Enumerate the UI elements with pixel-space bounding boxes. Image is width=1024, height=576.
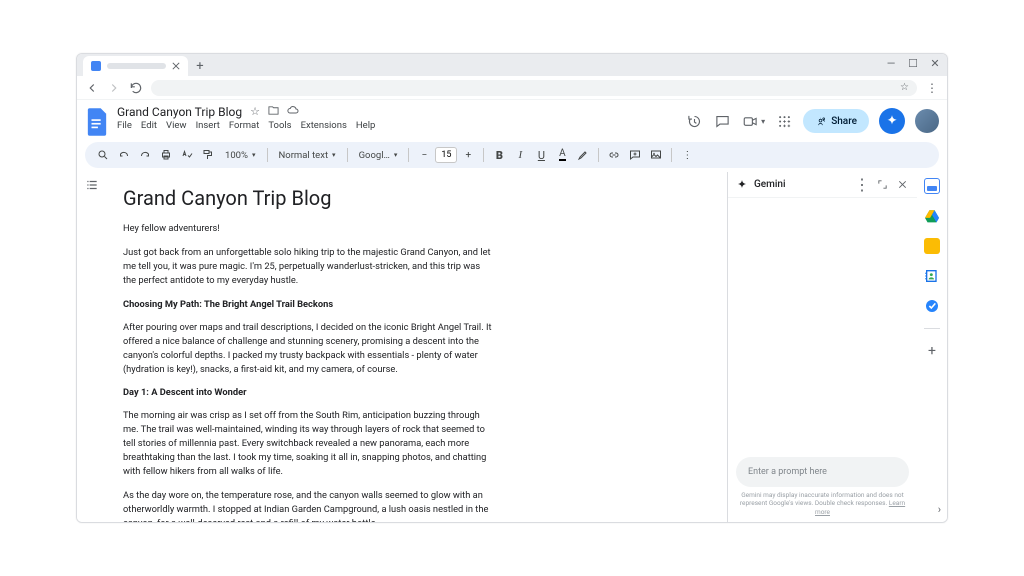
comment-icon[interactable] [713,112,731,130]
doc-paragraph: The morning air was crisp as I set off f… [123,409,493,479]
add-comment-icon[interactable] [625,145,645,165]
meet-button[interactable]: ▾ [741,112,765,130]
share-button[interactable]: Share [803,109,869,133]
minimize-icon[interactable]: — [885,57,897,70]
tab-strip: + — ☐ ✕ [77,54,947,76]
zoom-select[interactable]: 100%▾ [219,146,262,164]
menu-insert[interactable]: Insert [196,120,220,131]
document-page[interactable]: Grand Canyon Trip Blog Hey fellow advent… [123,172,717,522]
close-tab-icon[interactable] [172,62,180,70]
italic-icon[interactable]: I [510,145,530,165]
menu-view[interactable]: View [166,120,187,131]
forward-icon[interactable] [107,81,121,95]
title-area: Grand Canyon Trip Blog ☆ File Edit View … [117,104,677,131]
highlight-icon[interactable] [573,145,593,165]
docs-favicon [91,61,101,71]
outline-toggle-icon[interactable] [83,176,101,194]
menu-extensions[interactable]: Extensions [301,120,347,131]
doc-subheading: Choosing My Path: The Bright Angel Trail… [123,298,493,312]
bold-icon[interactable]: B [489,145,509,165]
contacts-icon[interactable] [924,268,940,284]
gemini-expand-icon[interactable] [875,178,889,192]
cloud-status-icon[interactable] [287,104,299,119]
gemini-disclaimer: Gemini may display inaccurate informatio… [736,491,909,516]
drive-icon[interactable] [924,208,940,224]
bookmark-star-icon[interactable]: ☆ [900,82,909,93]
hide-panel-icon[interactable]: › [938,503,941,516]
gemini-panel: Gemini ⋮ Enter a prompt here Gemini may … [727,172,917,522]
document-area: Grand Canyon Trip Blog Hey fellow advent… [77,172,727,522]
rail-separator [924,328,940,329]
move-icon[interactable] [268,105,279,119]
gemini-spark-icon [736,179,748,191]
back-icon[interactable] [85,81,99,95]
omnibox[interactable]: ☆ [151,80,917,96]
side-rail: + [917,172,947,522]
get-addons-icon[interactable]: + [924,343,940,359]
doc-paragraph: Just got back from an unforgettable solo… [123,246,493,288]
browser-tab[interactable] [83,56,188,76]
doc-paragraph: Hey fellow adventurers! [123,222,493,236]
undo-icon[interactable] [114,145,134,165]
gemini-body [728,198,917,451]
gemini-close-icon[interactable] [895,178,909,192]
font-size-input[interactable]: 15 [435,147,457,163]
underline-icon[interactable]: U [531,145,551,165]
account-avatar[interactable] [915,109,939,133]
doc-paragraph: After pouring over maps and trail descri… [123,321,493,377]
redo-icon[interactable] [135,145,155,165]
gemini-footer: Enter a prompt here Gemini may display i… [728,451,917,522]
history-icon[interactable] [685,112,703,130]
menu-tools[interactable]: Tools [268,120,291,131]
docs-header: Grand Canyon Trip Blog ☆ File Edit View … [77,100,947,140]
tasks-icon[interactable] [924,298,940,314]
menu-help[interactable]: Help [356,120,375,131]
font-decrease-icon[interactable]: − [414,145,434,165]
paint-format-icon[interactable] [198,145,218,165]
menu-format[interactable]: Format [229,120,259,131]
doc-paragraph: As the day wore on, the temperature rose… [123,489,493,522]
reload-icon[interactable] [129,81,143,95]
window-controls: — ☐ ✕ [885,57,941,70]
search-icon[interactable] [93,145,113,165]
doc-subheading: Day 1: A Descent into Wonder [123,386,493,400]
header-actions: ▾ Share [685,104,939,134]
star-icon[interactable]: ☆ [250,105,260,118]
keep-icon[interactable] [924,238,940,254]
docs-logo-icon[interactable] [85,106,109,138]
maximize-icon[interactable]: ☐ [907,57,919,70]
doc-heading: Grand Canyon Trip Blog [123,186,717,210]
gemini-prompt-input[interactable]: Enter a prompt here [736,457,909,487]
gemini-more-icon[interactable]: ⋮ [855,178,869,192]
image-icon[interactable] [646,145,666,165]
menu-file[interactable]: File [117,120,132,131]
browser-menu-icon[interactable]: ⋮ [925,81,939,95]
gemini-spark-button[interactable] [879,108,905,134]
share-label: Share [831,116,857,127]
video-icon [741,112,759,130]
text-color-icon[interactable]: A [552,145,572,165]
print-icon[interactable] [156,145,176,165]
font-select[interactable]: Googl…▾ [353,146,404,164]
apps-icon[interactable] [775,112,793,130]
workspace: Grand Canyon Trip Blog Hey fellow advent… [77,172,947,522]
style-select[interactable]: Normal text▾ [273,146,342,164]
format-toolbar: 100%▾ Normal text▾ Googl…▾ − 15 + B I U … [85,142,939,168]
gemini-header: Gemini ⋮ [728,172,917,198]
menu-edit[interactable]: Edit [141,120,157,131]
font-increase-icon[interactable]: + [458,145,478,165]
new-tab-button[interactable]: + [192,58,208,74]
menu-bar: File Edit View Insert Format Tools Exten… [117,120,677,131]
toolbar-more-icon[interactable]: ⋮ [677,145,697,165]
browser-window: + — ☐ ✕ ☆ ⋮ Grand Canyon Trip Blog ☆ [76,53,948,523]
spellcheck-icon[interactable] [177,145,197,165]
url-bar-row: ☆ ⋮ [77,76,947,100]
close-window-icon[interactable]: ✕ [929,57,941,70]
calendar-icon[interactable] [924,178,940,194]
caret-down-icon: ▾ [761,117,765,126]
gemini-title: Gemini [754,179,849,190]
tab-title [107,63,166,69]
document-title[interactable]: Grand Canyon Trip Blog [117,105,242,119]
link-icon[interactable] [604,145,624,165]
